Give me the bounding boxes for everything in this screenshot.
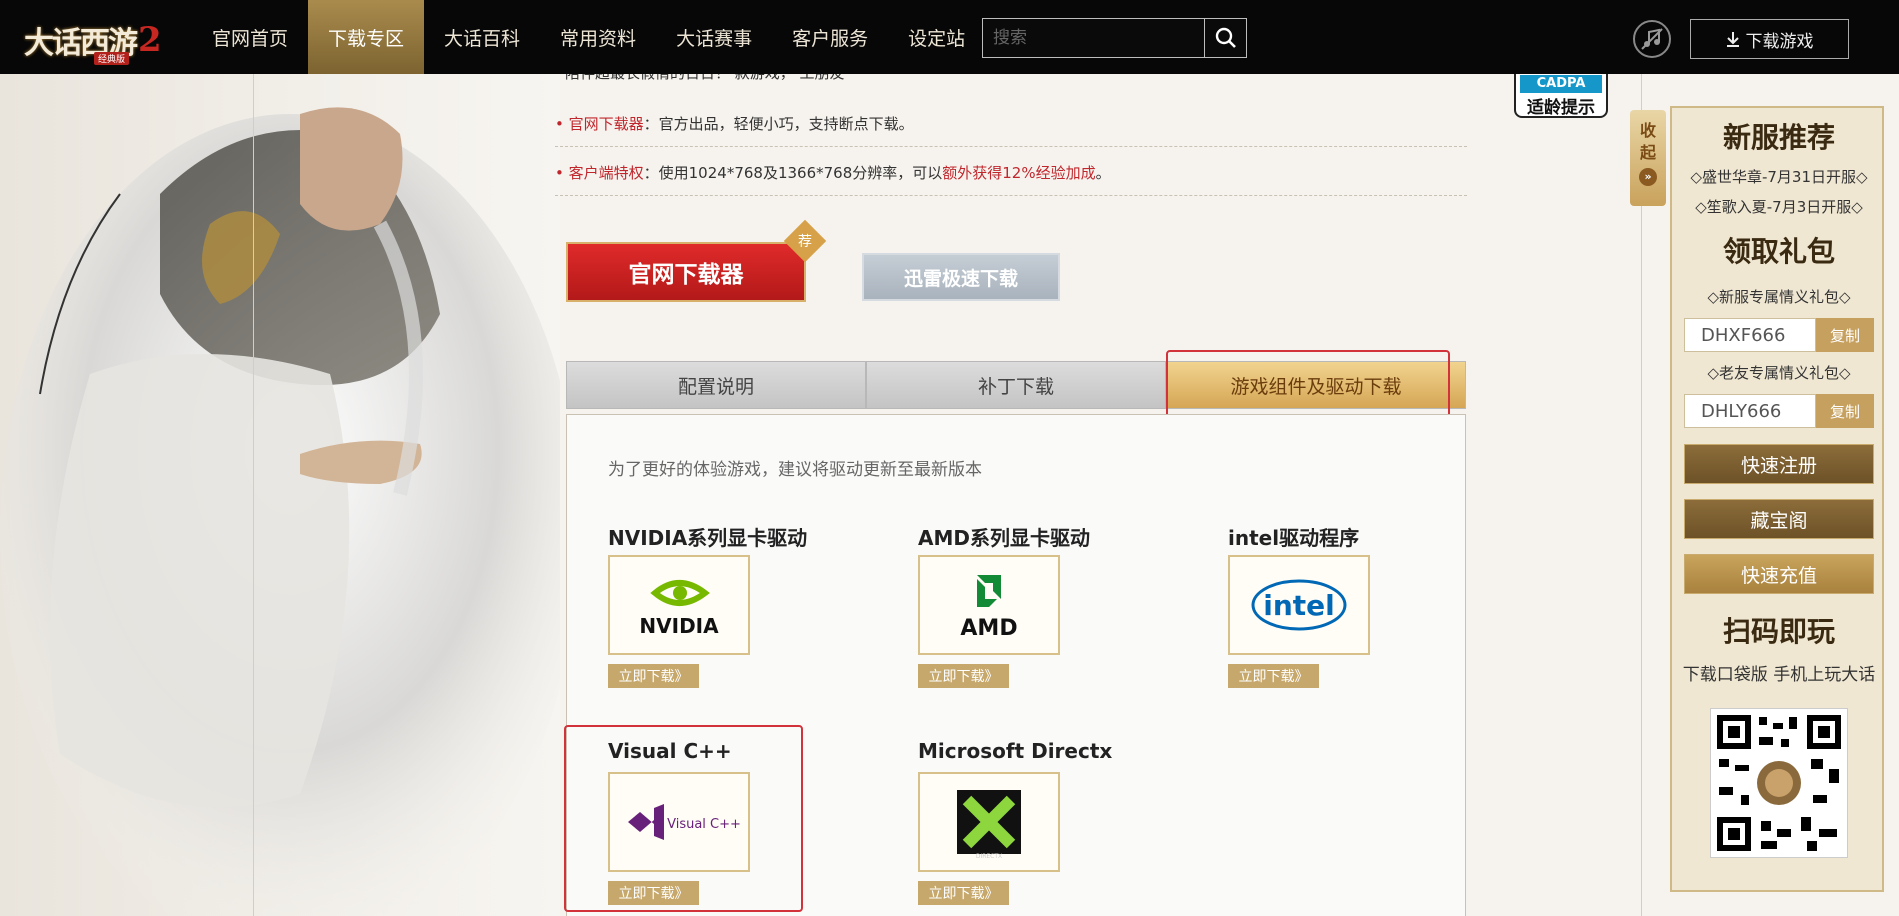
download-icon	[1726, 32, 1739, 47]
feature-label: 官网下载器	[568, 115, 644, 133]
directx-logo-icon: DIRECTX	[957, 790, 1021, 860]
recommend-badge-label: 荐	[798, 234, 812, 250]
tab-config[interactable]: 配置说明	[566, 361, 866, 409]
driver-title-amd: AMD系列显卡驱动	[918, 526, 1090, 550]
tab-patch[interactable]: 补丁下载	[866, 361, 1166, 409]
gift-code-row: DHXF666 复制	[1684, 318, 1874, 352]
feature-highlight: 额外获得12%经验加成	[942, 164, 1096, 182]
character-artwork	[0, 74, 560, 916]
music-icon	[1641, 28, 1663, 50]
driver-title-visualcpp: Visual C++	[608, 739, 732, 763]
gift-title: 领取礼包	[1722, 235, 1835, 268]
nav-settings-site[interactable]: 设定站	[888, 0, 985, 74]
quick-recharge-button[interactable]: 快速充值	[1684, 554, 1874, 594]
collapse-char-2: 起	[1639, 143, 1656, 162]
gift-code-row: DHLY666 复制	[1684, 394, 1874, 428]
cadpa-label: CADPA	[1520, 75, 1602, 93]
qr-code	[1710, 708, 1848, 858]
nav-events[interactable]: 大话赛事	[656, 0, 772, 74]
directx-logo-text: DIRECTX	[976, 853, 1002, 860]
search-box	[982, 18, 1247, 58]
content-divider-left	[253, 74, 254, 916]
music-toggle-button[interactable]	[1633, 20, 1671, 58]
visualcpp-logo-icon: Visual C++	[628, 804, 741, 840]
nvidia-logo-text: NVIDIA	[639, 614, 719, 638]
visualcpp-logo-card[interactable]: Visual C++	[608, 772, 750, 872]
new-server-title: 新服推荐	[1722, 121, 1835, 154]
nav-wiki[interactable]: 大话百科	[424, 0, 540, 74]
treasure-pavilion-button[interactable]: 藏宝阁	[1684, 499, 1874, 539]
xunlei-download-button[interactable]: 迅雷极速下载	[862, 253, 1060, 301]
main-nav: 官网首页 下载专区 大话百科 常用资料 大话赛事 客户服务 设定站	[192, 0, 985, 74]
server-item[interactable]: ◇盛世华章-7月31日开服◇	[1672, 166, 1886, 187]
scan-title: 扫码即玩	[1722, 615, 1835, 648]
gift-code-field[interactable]: DHXF666	[1684, 318, 1816, 352]
tab-drivers[interactable]: 游戏组件及驱动下载	[1166, 361, 1466, 409]
sidebar-collapse-button[interactable]: 收 起 »	[1630, 110, 1666, 206]
gift-code-field[interactable]: DHLY666	[1684, 394, 1816, 428]
nav-resources[interactable]: 常用资料	[540, 0, 656, 74]
download-nvidia-button[interactable]: 立即下载》	[608, 664, 699, 688]
logo-number: 2	[138, 20, 162, 60]
search-icon	[1215, 27, 1236, 48]
gift-label-new-server: ◇新服专属情义礼包◇	[1707, 288, 1851, 306]
driver-title-nvidia: NVIDIA系列显卡驱动	[608, 526, 808, 550]
visualcpp-logo-text: Visual C++	[667, 817, 741, 832]
right-sidebar: 新服推荐 ◇盛世华章-7月31日开服◇ ◇笙歌入夏-7月3日开服◇ 领取礼包 ◇…	[1670, 106, 1884, 892]
download-game-button[interactable]: 下载游戏	[1690, 19, 1849, 59]
copy-code-button[interactable]: 复制	[1816, 318, 1874, 352]
download-tabs: 配置说明 补丁下载 游戏组件及驱动下载	[566, 361, 1466, 409]
feature-downloader: • 官网下载器：官方出品，轻便小巧，支持断点下载。	[555, 113, 1467, 147]
cadpa-age-badge[interactable]: CADPA 适龄提示	[1514, 70, 1608, 118]
qr-code-icon	[1717, 715, 1841, 851]
copy-code-button[interactable]: 复制	[1816, 394, 1874, 428]
feature-text: ：官方出品，轻便小巧，支持断点下载。	[643, 115, 914, 133]
intel-logo-card[interactable]: intel	[1228, 555, 1370, 655]
download-directx-button[interactable]: 立即下载》	[918, 881, 1009, 905]
official-downloader-button[interactable]: 官网下载器	[566, 242, 806, 302]
feature-label: 客户端特权	[568, 164, 644, 182]
bullet-dot: •	[555, 115, 569, 133]
nvidia-logo-icon: NVIDIA	[639, 580, 719, 638]
download-intel-button[interactable]: 立即下载》	[1228, 664, 1319, 688]
scan-subtitle: 下载口袋版 手机上玩大话	[1682, 665, 1876, 685]
amd-logo-text: AMD	[960, 616, 1017, 641]
search-button[interactable]	[1204, 19, 1246, 57]
bullet-dot: •	[555, 164, 569, 182]
driver-title-intel: intel驱动程序	[1228, 526, 1360, 550]
chevron-right-icon: »	[1639, 168, 1657, 186]
nvidia-logo-card[interactable]: NVIDIA	[608, 555, 750, 655]
driver-title-directx: Microsoft Directx	[918, 739, 1113, 763]
amd-logo-card[interactable]: AMD	[918, 555, 1060, 655]
gift-label-old-friend: ◇老友专属情义礼包◇	[1707, 364, 1851, 382]
feature-client-privilege: • 客户端特权：使用1024*768及1366*768分辨率，可以额外获得12%…	[555, 162, 1467, 196]
intel-logo-text: intel	[1263, 589, 1335, 622]
intel-logo-icon: intel	[1251, 579, 1347, 631]
game-logo[interactable]: 大话西游 2 经典版	[24, 14, 182, 66]
nav-home[interactable]: 官网首页	[192, 0, 308, 74]
download-visualcpp-button[interactable]: 立即下载》	[608, 881, 699, 905]
logo-subtitle: 经典版	[94, 52, 130, 65]
server-item[interactable]: ◇笙歌入夏-7月3日开服◇	[1672, 196, 1886, 217]
feature-text: ：使用1024*768及1366*768分辨率，可以	[643, 164, 943, 182]
quick-register-button[interactable]: 快速注册	[1684, 444, 1874, 484]
age-notice-label: 适龄提示	[1527, 98, 1595, 118]
collapse-char-1: 收	[1639, 121, 1656, 140]
character-illustration	[0, 107, 560, 916]
panel-hint: 为了更好的体验游戏，建议将驱动更新至最新版本	[608, 460, 982, 480]
amd-logo-icon: AMD	[960, 575, 1018, 641]
download-amd-button[interactable]: 立即下载》	[918, 664, 1009, 688]
search-input[interactable]	[983, 28, 1203, 48]
nav-download[interactable]: 下载专区	[308, 0, 425, 74]
top-navigation-bar: 大话西游 2 经典版 官网首页 下载专区 大话百科 常用资料 大话赛事 客户服务…	[0, 0, 1899, 74]
directx-logo-card[interactable]: DIRECTX	[918, 772, 1060, 872]
nav-support[interactable]: 客户服务	[772, 0, 888, 74]
download-game-label: 下载游戏	[1745, 31, 1814, 52]
feature-tail: 。	[1095, 164, 1111, 182]
